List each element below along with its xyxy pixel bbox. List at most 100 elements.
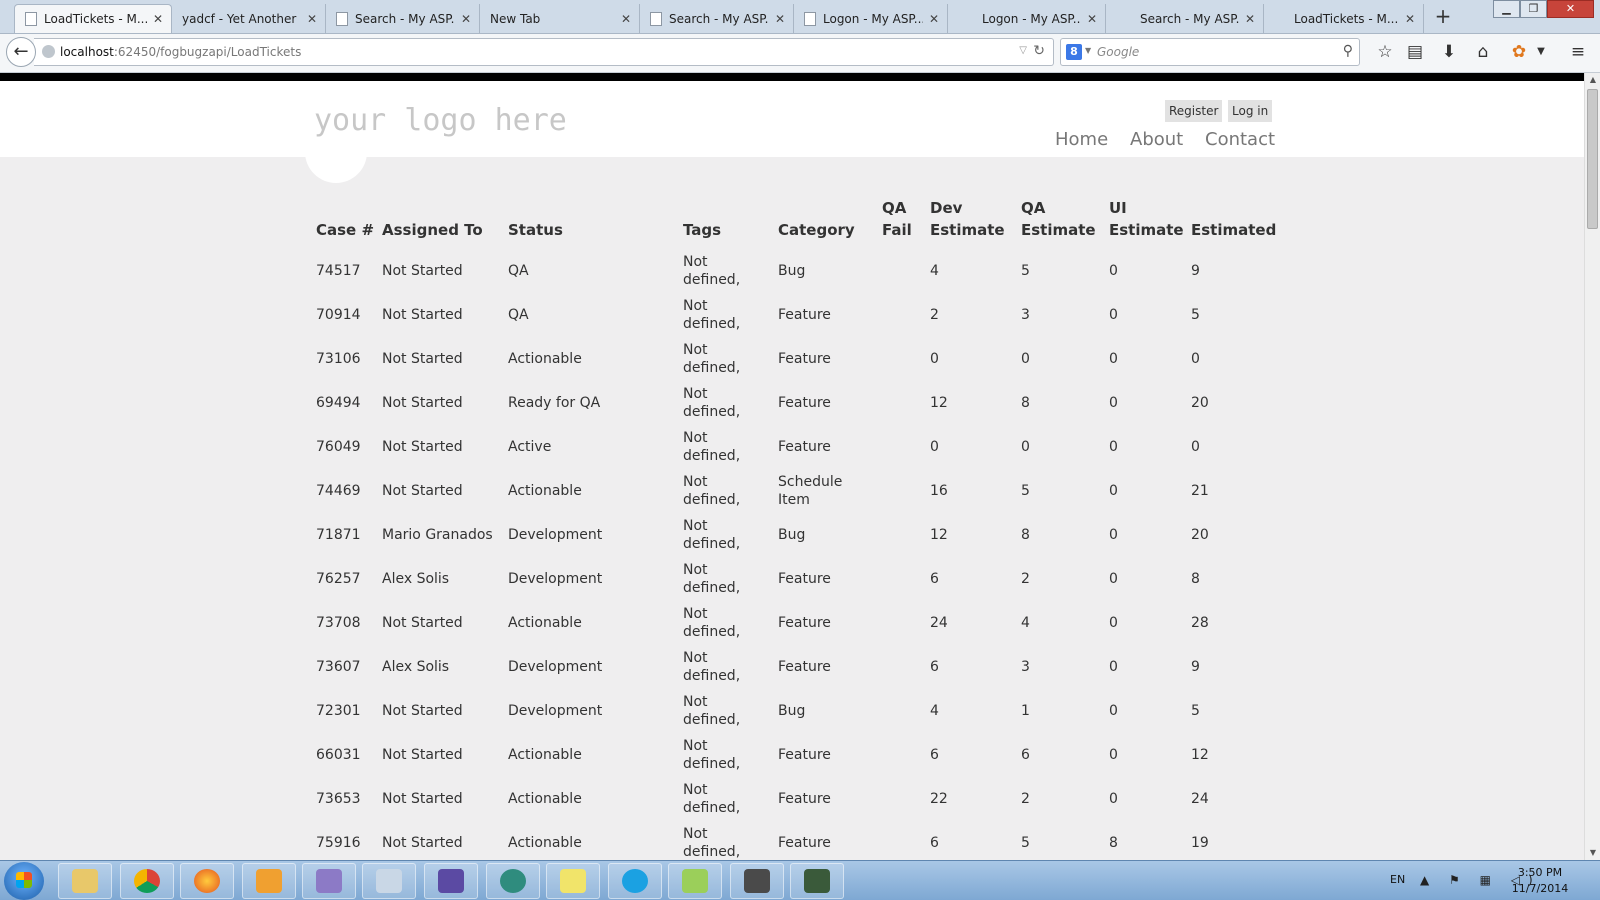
search-bar[interactable]: 8 ▼ Google ⚲	[1060, 38, 1360, 66]
column-header-status[interactable]: Status	[502, 193, 677, 249]
close-icon[interactable]: ✕	[307, 12, 317, 26]
column-header-category[interactable]: Category	[772, 193, 876, 249]
tags-cell: Not defined,	[677, 249, 772, 293]
nav-home[interactable]: Home	[1055, 129, 1108, 150]
scroll-up-icon[interactable]: ▲	[1585, 73, 1600, 87]
back-arrow-icon[interactable]: ←	[6, 37, 36, 67]
category-cell-text: Feature	[778, 659, 831, 675]
sticky-notes-icon[interactable]	[546, 863, 600, 899]
column-header-estimated[interactable]: Estimated	[1185, 193, 1276, 249]
column-header-case[interactable]: Case #	[310, 193, 376, 249]
browser-tab-8[interactable]: Search - My ASP.... ✕	[1106, 4, 1264, 33]
table-row: 73106 Not Started Actionable Not defined, Fea…	[310, 337, 1276, 381]
visual-studio-icon[interactable]	[424, 863, 478, 899]
column-header-tags[interactable]: Tags	[677, 193, 772, 249]
search-placeholder[interactable]: Google	[1097, 45, 1139, 59]
category-cell-text: Feature	[778, 615, 831, 631]
assigned-to-cell: Mario Granados	[376, 513, 502, 557]
url-text[interactable]: localhost:62450/fogbugzapi/LoadTickets	[60, 45, 301, 59]
new-tab-icon[interactable]: +	[1430, 4, 1456, 30]
nav-about[interactable]: About	[1130, 129, 1183, 150]
minimize-icon[interactable]: ▁	[1493, 0, 1520, 18]
close-icon[interactable]: ✕	[621, 12, 631, 26]
download-icon[interactable]: ⬇	[1438, 41, 1460, 63]
window-close-icon[interactable]: ✕	[1547, 0, 1594, 18]
chevron-down-icon[interactable]: ▼	[1085, 46, 1091, 55]
case-cell: 73653	[310, 777, 376, 821]
close-icon[interactable]: ✕	[461, 12, 471, 26]
close-icon[interactable]: ✕	[775, 12, 785, 26]
skype-icon[interactable]	[608, 863, 662, 899]
close-icon[interactable]: ✕	[1087, 12, 1097, 26]
close-icon[interactable]: ✕	[929, 12, 939, 26]
category-cell: Feature	[772, 425, 876, 469]
ui-estimate-cell: 0	[1103, 469, 1185, 513]
start-button[interactable]	[4, 862, 44, 900]
page-icon	[650, 11, 662, 26]
dev-estimate-cell: 6	[924, 645, 1015, 689]
chevron-down-icon[interactable]: ▼	[1530, 41, 1552, 63]
column-header-qa-estimate[interactable]: QA Estimate	[1015, 193, 1103, 249]
column-header-assigned-to[interactable]: Assigned To	[376, 193, 502, 249]
estimated-cell-text: 19	[1191, 835, 1209, 851]
reload-icon[interactable]: ↻	[1033, 43, 1045, 59]
vertical-scrollbar[interactable]: ▲ ▼	[1584, 73, 1600, 860]
register-link[interactable]: Register	[1165, 100, 1223, 122]
nav-contact[interactable]: Contact	[1205, 129, 1275, 150]
browser-tab-9[interactable]: LoadTickets - M... ✕	[1264, 4, 1424, 33]
chrome-icon[interactable]	[120, 863, 174, 899]
browser-tab-6[interactable]: Logon - My ASP.... ✕	[794, 4, 948, 33]
column-header-ui-estimate[interactable]: UI Estimate	[1103, 193, 1185, 249]
browser-tab-2[interactable]: yadcf - Yet Another ... ✕	[172, 4, 326, 33]
explorer-icon[interactable]	[58, 863, 112, 899]
globe-sync-icon[interactable]	[486, 863, 540, 899]
sublime-icon[interactable]	[730, 863, 784, 899]
tags-cell-text: Not	[683, 474, 708, 490]
status-cell: Active	[502, 425, 677, 469]
taskbar-clock[interactable]: 3:50 PM 11/7/2014	[1500, 865, 1580, 897]
close-icon[interactable]: ✕	[153, 12, 163, 26]
column-header-qa-fail[interactable]: QA Fail	[876, 193, 924, 249]
tags-cell-text: Not	[683, 650, 708, 666]
qa-estimate-cell: 2	[1015, 557, 1103, 601]
browser-tab-4[interactable]: New Tab ✕	[480, 4, 640, 33]
menu-icon[interactable]: ≡	[1567, 41, 1589, 63]
browser-tab-5[interactable]: Search - My ASP.... ✕	[640, 4, 794, 33]
browser-tab-1[interactable]: LoadTickets - M... ✕	[14, 4, 172, 33]
login-link[interactable]: Log in	[1228, 100, 1273, 122]
browser-tab-7[interactable]: Logon - My ASP.... ✕	[948, 4, 1106, 33]
url-dropdown-icon[interactable]: ▽	[1019, 45, 1027, 56]
estimated-cell-text: 21	[1191, 483, 1209, 499]
messenger-icon[interactable]	[302, 863, 356, 899]
bookmark-star-icon[interactable]: ☆	[1374, 41, 1396, 63]
firefox-icon[interactable]	[180, 863, 234, 899]
close-icon[interactable]: ✕	[1245, 12, 1255, 26]
tickets-table: Case # Assigned To Status Tags Category …	[310, 193, 1276, 860]
notepad-icon[interactable]	[668, 863, 722, 899]
category-cell: Feature	[772, 733, 876, 777]
browser-tab-3[interactable]: Search - My ASP.... ✕	[326, 4, 480, 33]
addon-icon[interactable]: ✿	[1508, 41, 1530, 63]
site-logo[interactable]: your logo here	[314, 103, 567, 138]
category-cell: Feature	[772, 293, 876, 337]
language-indicator[interactable]: EN	[1390, 873, 1405, 886]
scroll-down-icon[interactable]: ▼	[1585, 846, 1600, 860]
url-bar[interactable]: localhost:62450/fogbugzapi/LoadTickets ▽…	[34, 38, 1054, 66]
qa-estimate-cell-text: 1	[1021, 703, 1030, 719]
paint-icon[interactable]	[362, 863, 416, 899]
maximize-icon[interactable]: ❐	[1520, 0, 1547, 18]
google-icon[interactable]: 8	[1066, 44, 1082, 60]
home-icon[interactable]: ⌂	[1472, 41, 1494, 63]
outlook-icon[interactable]	[242, 863, 296, 899]
close-icon[interactable]: ✕	[1405, 12, 1415, 26]
bookmarks-list-icon[interactable]: ▤	[1404, 41, 1426, 63]
search-icon[interactable]: ⚲	[1343, 43, 1353, 59]
category-cell: Feature	[772, 557, 876, 601]
page-viewport: your logo here Register Log in Home Abou…	[0, 81, 1584, 860]
column-header-dev-estimate[interactable]: Dev Estimate	[924, 193, 1015, 249]
assigned-to-cell-text: Not Started	[382, 351, 463, 367]
scrollbar-thumb[interactable]	[1587, 89, 1598, 229]
terminal-icon[interactable]	[790, 863, 844, 899]
category-cell-text: Item	[778, 492, 810, 508]
windows-taskbar: EN ▲ ⚑ ▦ ◁) 3:50 PM 11/7/2014	[0, 860, 1600, 900]
